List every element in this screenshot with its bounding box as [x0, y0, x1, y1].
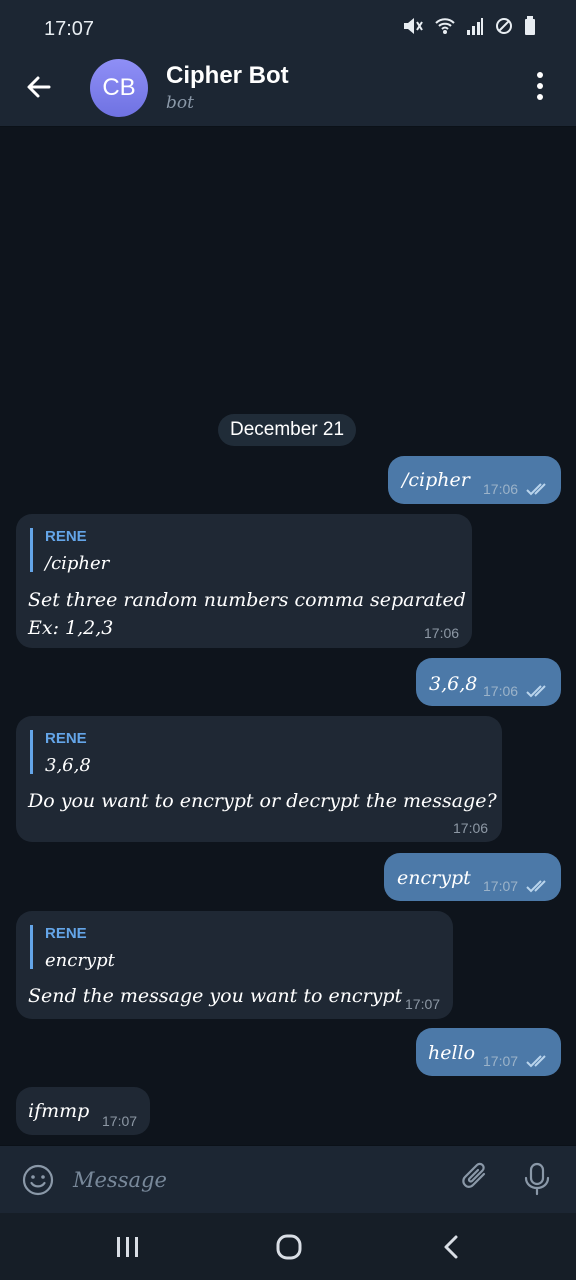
reply-text: encrypt	[45, 950, 115, 971]
status-time: 17:07	[44, 18, 95, 40]
status-bar: 17:07	[0, 0, 576, 48]
message-time: 17:06	[483, 481, 519, 497]
back-arrow-icon[interactable]	[24, 72, 54, 102]
reply-quote[interactable]: RENE encrypt	[30, 925, 115, 971]
date-separator: December 21	[218, 414, 356, 446]
paperclip-icon[interactable]	[460, 1162, 492, 1194]
outgoing-message[interactable]: hello 17:07	[416, 1028, 561, 1076]
read-receipt-icon	[526, 481, 550, 500]
message-text: /cipher	[402, 469, 470, 491]
wifi-icon	[434, 16, 456, 41]
chat-header: CB Cipher Bot bot	[0, 48, 576, 127]
message-time: 17:06	[483, 683, 519, 699]
message-time: 17:07	[483, 1053, 519, 1069]
message-time: 17:07	[405, 996, 441, 1012]
do-not-disturb-icon	[494, 16, 514, 41]
message-input[interactable]: Message	[73, 1168, 167, 1192]
microphone-icon[interactable]	[520, 1161, 554, 1197]
incoming-message[interactable]: RENE encrypt Send the message you want t…	[16, 911, 453, 1019]
status-icons	[402, 16, 536, 41]
reply-quote[interactable]: RENE /cipher	[30, 528, 110, 574]
reply-author: RENE	[45, 925, 87, 942]
message-time: 17:06	[453, 820, 489, 836]
message-text: Set three random numbers comma separated…	[28, 589, 466, 639]
incoming-message[interactable]: RENE 3,6,8 Do you want to encrypt or dec…	[16, 716, 502, 842]
reply-text: 3,6,8	[45, 755, 91, 776]
outgoing-message[interactable]: /cipher 17:06	[388, 456, 561, 504]
message-text: ifmmp	[28, 1100, 90, 1122]
chat-subtitle: bot	[166, 93, 194, 113]
read-receipt-icon	[526, 683, 550, 702]
message-text: Send the message you want to encrypt	[28, 985, 403, 1007]
reply-text: /cipher	[45, 553, 110, 574]
reply-author: RENE	[45, 528, 87, 545]
read-receipt-icon	[526, 1053, 550, 1072]
back-icon[interactable]	[442, 1234, 460, 1265]
mute-icon	[402, 16, 424, 41]
recent-apps-icon[interactable]	[116, 1236, 142, 1263]
reply-author: RENE	[45, 730, 87, 747]
chat-title[interactable]: Cipher Bot	[166, 62, 289, 90]
outgoing-message[interactable]: 3,6,8 17:06	[416, 658, 561, 706]
message-time: 17:06	[424, 625, 460, 641]
system-navigation-bar	[0, 1213, 576, 1280]
reply-quote[interactable]: RENE 3,6,8	[30, 730, 91, 776]
emoji-icon[interactable]	[22, 1164, 54, 1196]
message-text: encrypt	[397, 867, 471, 889]
incoming-message[interactable]: ifmmp 17:07	[16, 1087, 150, 1135]
message-text: 3,6,8	[429, 673, 478, 695]
message-time: 17:07	[483, 878, 519, 894]
message-composer: Message	[0, 1145, 576, 1214]
message-text: hello	[428, 1042, 476, 1064]
read-receipt-icon	[526, 878, 550, 897]
signal-icon	[466, 16, 484, 41]
bot-avatar[interactable]: CB	[90, 59, 148, 117]
battery-icon	[524, 16, 536, 41]
message-text: Do you want to encrypt or decrypt the me…	[28, 790, 497, 812]
message-time: 17:07	[102, 1113, 138, 1129]
home-icon[interactable]	[276, 1234, 302, 1265]
outgoing-message[interactable]: encrypt 17:07	[384, 853, 561, 901]
incoming-message[interactable]: RENE /cipher Set three random numbers co…	[16, 514, 472, 648]
more-options-icon[interactable]	[526, 72, 554, 100]
